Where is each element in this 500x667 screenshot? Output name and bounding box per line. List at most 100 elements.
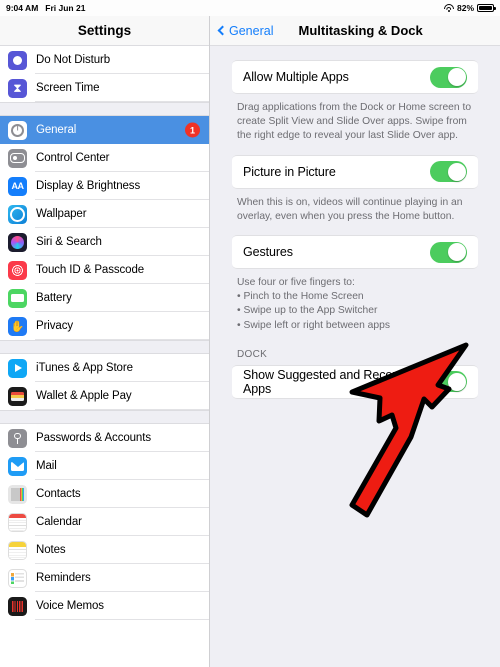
sidebar-group-separator bbox=[0, 410, 209, 424]
sliders-icon bbox=[8, 148, 27, 168]
page-title: Multitasking & Dock bbox=[298, 23, 423, 38]
detail-body: Allow Multiple Apps Drag applications fr… bbox=[210, 46, 500, 399]
sidebar-item-label: Display & Brightness bbox=[36, 180, 141, 192]
gear-icon bbox=[8, 120, 27, 140]
sidebar-item-wallet-apple-pay[interactable]: Wallet & Apple Pay bbox=[0, 382, 209, 410]
display-icon: AA bbox=[8, 176, 27, 196]
wallpaper-icon bbox=[8, 204, 27, 224]
allow-multiple-apps-toggle[interactable] bbox=[430, 66, 467, 88]
sidebar-item-label: Wallpaper bbox=[36, 208, 87, 220]
gestures-note: Use four or five fingers to: Pinch to th… bbox=[232, 269, 478, 333]
notification-badge: 1 bbox=[185, 122, 200, 138]
contacts-icon bbox=[8, 484, 27, 504]
sidebar-list[interactable]: Do Not Disturb ⧗ Screen Time General 1 Contro… bbox=[0, 46, 209, 667]
picture-in-picture-toggle[interactable] bbox=[430, 161, 467, 183]
sidebar-item-passwords-accounts[interactable]: Passwords & Accounts bbox=[0, 424, 209, 452]
sidebar-item-screen-time[interactable]: ⧗ Screen Time bbox=[0, 74, 209, 102]
sidebar-item-label: Control Center bbox=[36, 152, 110, 164]
show-suggested-label: Show Suggested and Recent Apps bbox=[243, 367, 403, 396]
status-date: Fri Jun 21 bbox=[45, 3, 86, 13]
sidebar-item-voice-memos[interactable]: Voice Memos bbox=[0, 592, 209, 620]
detail-pane: General Multitasking & Dock Allow Multip… bbox=[210, 16, 500, 667]
mail-icon bbox=[8, 456, 27, 476]
fingerprint-icon bbox=[8, 260, 27, 280]
key-icon bbox=[8, 428, 27, 448]
reminders-icon bbox=[8, 568, 27, 588]
battery-percent-label: 82% bbox=[456, 3, 474, 13]
battery-icon bbox=[477, 3, 496, 13]
status-bar: 9:04 AM Fri Jun 21 82% bbox=[0, 0, 500, 16]
gestures-note-intro: Use four or five fingers to: bbox=[237, 277, 355, 289]
sidebar-item-label: General bbox=[36, 124, 77, 136]
gestures-bullet-item: Pinch to the Home Screen bbox=[237, 290, 473, 304]
sidebar-item-label: Mail bbox=[36, 460, 57, 472]
allow-multiple-apps-label: Allow Multiple Apps bbox=[243, 70, 349, 84]
sidebar-item-control-center[interactable]: Control Center bbox=[0, 144, 209, 172]
split-layout: Settings Do Not Disturb ⧗ Screen Time Gener… bbox=[0, 16, 500, 667]
sidebar-item-mail[interactable]: Mail bbox=[0, 452, 209, 480]
row-gestures[interactable]: Gestures bbox=[232, 235, 478, 270]
ipad-settings-screen: 9:04 AM Fri Jun 21 82% Settings Do Not D… bbox=[0, 0, 500, 667]
sidebar-item-siri-search[interactable]: Siri & Search bbox=[0, 228, 209, 256]
sidebar-item-itunes-app-store[interactable]: iTunes & App Store bbox=[0, 354, 209, 382]
sidebar-item-label: Contacts bbox=[36, 488, 81, 500]
sidebar-item-display-brightness[interactable]: AA Display & Brightness bbox=[0, 172, 209, 200]
sidebar-item-touch-id-passcode[interactable]: Touch ID & Passcode bbox=[0, 256, 209, 284]
gestures-toggle[interactable] bbox=[430, 241, 467, 263]
dock-section-header: DOCK bbox=[237, 348, 268, 360]
gestures-label: Gestures bbox=[243, 245, 293, 260]
allow-multiple-apps-note: Drag applications from the Dock or Home … bbox=[237, 102, 472, 142]
sidebar-item-label: Do Not Disturb bbox=[36, 54, 111, 66]
sidebar-item-contacts[interactable]: Contacts bbox=[0, 480, 209, 508]
moon-icon bbox=[8, 50, 27, 70]
gestures-bullet-item: Swipe up to the App Switcher bbox=[237, 304, 473, 318]
sidebar-header: Settings bbox=[0, 16, 209, 46]
sidebar-item-label: Privacy bbox=[36, 320, 74, 332]
sidebar-item-label: Calendar bbox=[36, 516, 82, 528]
sidebar-item-label: Siri & Search bbox=[36, 236, 102, 248]
wallet-icon bbox=[8, 386, 27, 406]
sidebar-item-label: Wallet & Apple Pay bbox=[36, 390, 132, 402]
sidebar-item-label: Battery bbox=[36, 292, 72, 304]
status-time: 9:04 AM bbox=[6, 3, 39, 13]
row-picture-in-picture[interactable]: Picture in Picture bbox=[232, 154, 478, 189]
status-bar-left: 9:04 AM Fri Jun 21 bbox=[6, 3, 85, 13]
sidebar-item-label: Screen Time bbox=[36, 82, 100, 94]
sidebar-item-general[interactable]: General 1 bbox=[0, 116, 209, 144]
sidebar-item-wallpaper[interactable]: Wallpaper bbox=[0, 200, 209, 228]
hourglass-icon: ⧗ bbox=[8, 78, 27, 98]
sidebar-item-calendar[interactable]: Calendar bbox=[0, 508, 209, 536]
voice-memos-icon bbox=[8, 596, 27, 616]
sidebar-item-reminders[interactable]: Reminders bbox=[0, 564, 209, 592]
sidebar-item-label: Reminders bbox=[36, 572, 91, 584]
sidebar-item-battery[interactable]: Battery bbox=[0, 284, 209, 312]
gear-glyph bbox=[11, 123, 24, 137]
back-button[interactable]: General bbox=[217, 23, 274, 38]
calendar-icon bbox=[8, 512, 27, 532]
sidebar-item-label: Passwords & Accounts bbox=[36, 432, 151, 444]
sidebar-item-do-not-disturb[interactable]: Do Not Disturb bbox=[0, 46, 209, 74]
gestures-bullet-list: Pinch to the Home ScreenSwipe up to the … bbox=[237, 290, 473, 333]
chevron-left-icon bbox=[217, 25, 228, 36]
sidebar-item-label: Voice Memos bbox=[36, 600, 104, 612]
sidebar-item-label: iTunes & App Store bbox=[36, 362, 133, 374]
settings-sidebar: Settings Do Not Disturb ⧗ Screen Time Gener… bbox=[0, 16, 210, 667]
gestures-bullet-item: Swipe left or right between apps bbox=[237, 319, 473, 333]
row-allow-multiple-apps[interactable]: Allow Multiple Apps bbox=[232, 60, 478, 94]
notes-icon bbox=[8, 540, 27, 560]
row-show-suggested-and-recent-apps[interactable]: Show Suggested and Recent Apps bbox=[232, 364, 478, 399]
sidebar-item-privacy[interactable]: ✋ Privacy bbox=[0, 312, 209, 340]
siri-icon bbox=[8, 232, 27, 252]
sidebar-title: Settings bbox=[77, 23, 132, 38]
picture-in-picture-note: When this is on, videos will continue pl… bbox=[237, 196, 463, 222]
back-button-label: General bbox=[229, 23, 274, 38]
show-suggested-toggle[interactable] bbox=[430, 371, 467, 393]
detail-header: General Multitasking & Dock bbox=[210, 16, 500, 46]
battery-icon bbox=[8, 288, 27, 308]
sidebar-item-notes[interactable]: Notes bbox=[0, 536, 209, 564]
status-bar-right: 82% bbox=[443, 3, 496, 13]
sidebar-item-label: Notes bbox=[36, 544, 66, 556]
sidebar-group-separator bbox=[0, 102, 209, 116]
